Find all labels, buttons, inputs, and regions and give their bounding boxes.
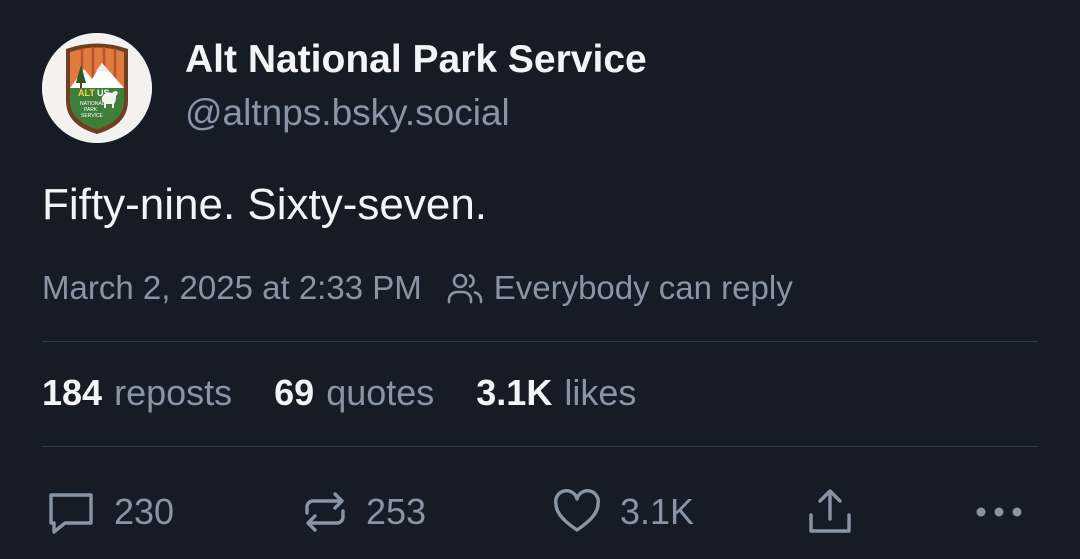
heart-icon: [554, 489, 600, 532]
post-text: Fifty-nine. Sixty-seven.: [42, 180, 488, 229]
repost-button[interactable]: 253: [302, 482, 426, 542]
quotes-stat[interactable]: 69 quotes: [274, 372, 434, 414]
reply-icon: [49, 493, 93, 534]
svg-text:ALT: ALT: [78, 88, 95, 98]
author-handle[interactable]: @altnps.bsky.social: [185, 92, 510, 134]
likes-label: likes: [564, 372, 637, 413]
svg-text:US: US: [97, 88, 110, 98]
like-button[interactable]: 3.1K: [552, 482, 694, 542]
likes-stat[interactable]: 3.1K likes: [476, 372, 636, 414]
likes-count: 3.1K: [476, 372, 553, 413]
post-meta: March 2, 2025 at 2:33 PM Everybody can r…: [42, 268, 793, 308]
reposts-stat[interactable]: 184 reposts: [42, 372, 232, 414]
share-icon: [809, 489, 851, 533]
quotes-count: 69: [274, 372, 315, 413]
reply-setting-label: Everybody can reply: [493, 269, 793, 306]
engagement-stats: 184 reposts 69 quotes 3.1K likes: [42, 372, 678, 414]
reply-button[interactable]: 230: [46, 482, 174, 542]
share-button[interactable]: [806, 482, 854, 542]
alt-national-park-service-badge-logo: ALT US NATIONAL PARK SERVICE: [42, 33, 152, 143]
repost-count: 253: [366, 491, 427, 532]
avatar[interactable]: ALT US NATIONAL PARK SERVICE: [42, 33, 152, 143]
like-count: 3.1K: [620, 491, 695, 532]
reposts-count: 184: [42, 372, 103, 413]
divider: [42, 446, 1038, 447]
post-timestamp[interactable]: March 2, 2025 at 2:33 PM: [42, 269, 422, 307]
quotes-label: quotes: [326, 372, 435, 413]
reposts-label: reposts: [114, 372, 233, 413]
svg-text:SERVICE: SERVICE: [81, 113, 104, 119]
repost-icon: [305, 492, 345, 532]
reply-setting[interactable]: Everybody can reply: [446, 269, 793, 307]
post-actions: 230 253 3.1K: [0, 482, 1080, 542]
author-display-name[interactable]: Alt National Park Service: [185, 38, 647, 82]
post-thread-view: ALT US NATIONAL PARK SERVICE Alt Nationa…: [0, 0, 1080, 559]
people-icon: [447, 273, 483, 304]
divider: [42, 341, 1038, 342]
reply-count: 230: [114, 491, 175, 532]
more-horizontal-icon: [976, 507, 1022, 517]
more-options-button[interactable]: [974, 482, 1024, 542]
